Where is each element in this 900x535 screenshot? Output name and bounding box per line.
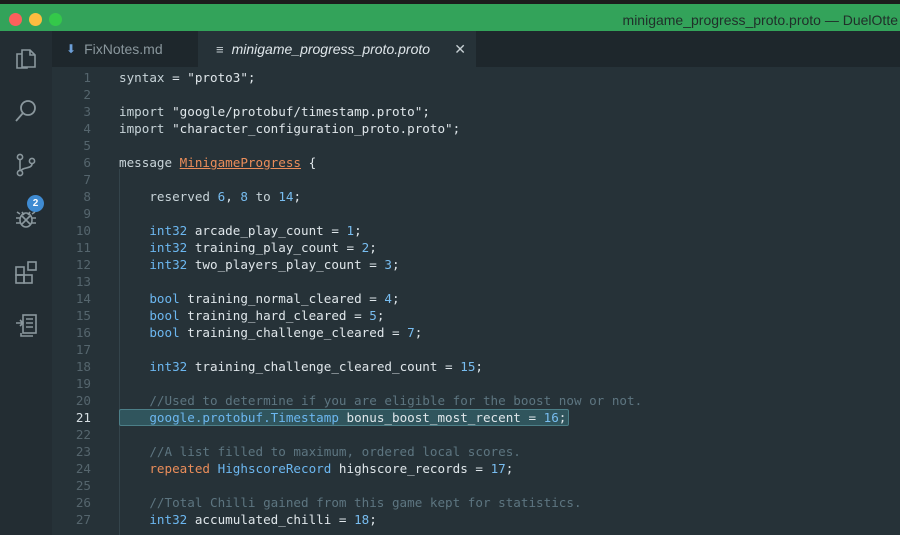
- title-bar: minigame_progress_proto.proto — DuelOtte: [0, 0, 900, 31]
- line-number: 12: [75, 257, 91, 272]
- code-line[interactable]: 19: [52, 375, 900, 392]
- code-line[interactable]: 3 import "google/protobuf/timestamp.proto…: [52, 103, 900, 120]
- tab-fixnotes[interactable]: ⬇ FixNotes.md: [52, 31, 198, 67]
- line-number: 2: [83, 87, 91, 102]
- line-content: //Total Chilli gained from this game kep…: [149, 495, 582, 510]
- source-control-icon[interactable]: [13, 152, 39, 178]
- code-line[interactable]: 9: [52, 205, 900, 222]
- tab-minigame-progress-proto[interactable]: ≡ minigame_progress_proto.proto ✕: [198, 31, 476, 67]
- code-line[interactable]: 20 //Used to determine if you are eligib…: [52, 392, 900, 409]
- line-number: 14: [75, 291, 91, 306]
- line-number: 5: [83, 138, 91, 153]
- tab-label: FixNotes.md: [84, 41, 163, 57]
- line-content: bool training_normal_cleared = 4;: [149, 291, 400, 306]
- line-number: 4: [83, 121, 91, 136]
- line-content: bool training_hard_cleared = 5;: [149, 308, 385, 323]
- code-line[interactable]: 23 //A list filled to maximum, ordered l…: [52, 443, 900, 460]
- line-content: google.protobuf.Timestamp bonus_boost_mo…: [149, 410, 567, 425]
- proto-file-icon: ≡: [216, 41, 224, 57]
- line-number: 26: [75, 495, 91, 510]
- window-title: minigame_progress_proto.proto — DuelOtte: [622, 12, 898, 28]
- markdown-icon: ⬇: [66, 42, 77, 56]
- remote-explorer-icon[interactable]: [13, 312, 39, 338]
- code-line[interactable]: 10 int32 arcade_play_count = 1;: [52, 222, 900, 239]
- code-editor[interactable]: 1 syntax = "proto3"; 2 3 import "google/prot…: [52, 67, 900, 535]
- line-content: int32 two_players_play_count = 3;: [149, 257, 400, 272]
- code-line[interactable]: 2: [52, 86, 900, 103]
- line-number: 13: [75, 274, 91, 289]
- close-icon[interactable]: ✕: [454, 41, 466, 58]
- line-number: 20: [75, 393, 91, 408]
- line-content: int32 training_play_count = 2;: [149, 240, 377, 255]
- line-content: syntax = "proto3";: [119, 70, 256, 85]
- zoom-window-button[interactable]: [49, 13, 62, 26]
- line-number: 23: [75, 444, 91, 459]
- line-number: 7: [83, 172, 91, 187]
- code-line[interactable]: 12 int32 two_players_play_count = 3;: [52, 256, 900, 273]
- explorer-icon[interactable]: [13, 45, 39, 71]
- code-line[interactable]: 13: [52, 273, 900, 290]
- line-content: int32 arcade_play_count = 1;: [149, 223, 362, 238]
- line-content: reserved 6, 8 to 14;: [149, 189, 302, 204]
- line-number: 9: [83, 206, 91, 221]
- line-number: 27: [75, 512, 91, 527]
- code-line[interactable]: 24 repeated HighscoreRecord highscore_re…: [52, 460, 900, 477]
- line-number: 10: [75, 223, 91, 238]
- minimize-window-button[interactable]: [29, 13, 42, 26]
- code-line[interactable]: 7: [52, 171, 900, 188]
- activity-bar: 2: [0, 31, 52, 535]
- line-number: 18: [75, 359, 91, 374]
- line-content: int32 accumulated_chilli = 18;: [149, 512, 377, 527]
- line-number: 6: [83, 155, 91, 170]
- code-line[interactable]: 25: [52, 477, 900, 494]
- code-line[interactable]: 1 syntax = "proto3";: [52, 69, 900, 86]
- line-content: message MinigameProgress {: [119, 155, 317, 170]
- code-line[interactable]: 26 //Total Chilli gained from this game …: [52, 494, 900, 511]
- code-line[interactable]: 17: [52, 341, 900, 358]
- line-number: 17: [75, 342, 91, 357]
- code-line[interactable]: 18 int32 training_challenge_cleared_coun…: [52, 358, 900, 375]
- line-number: 1: [83, 70, 91, 85]
- code-line[interactable]: 6 message MinigameProgress {: [52, 154, 900, 171]
- line-number: 16: [75, 325, 91, 340]
- code-line[interactable]: 27 int32 accumulated_chilli = 18;: [52, 511, 900, 528]
- line-number: 24: [75, 461, 91, 476]
- line-content: repeated HighscoreRecord highscore_recor…: [149, 461, 514, 476]
- line-content: //Used to determine if you are eligible …: [149, 393, 643, 408]
- code-line[interactable]: 8 reserved 6, 8 to 14;: [52, 188, 900, 205]
- code-line[interactable]: 11 int32 training_play_count = 2;: [52, 239, 900, 256]
- debug-icon[interactable]: [13, 205, 39, 231]
- code-line[interactable]: 16 bool training_challenge_cleared = 7;: [52, 324, 900, 341]
- line-content: //A list filled to maximum, ordered loca…: [149, 444, 521, 459]
- extensions-icon[interactable]: [13, 259, 39, 285]
- line-content: bool training_challenge_cleared = 7;: [149, 325, 423, 340]
- code-line[interactable]: 5: [52, 137, 900, 154]
- line-number: 3: [83, 104, 91, 119]
- line-content: int32 training_challenge_cleared_count =…: [149, 359, 483, 374]
- line-number: 15: [75, 308, 91, 323]
- line-number: 21: [75, 410, 91, 425]
- code-line[interactable]: 21 google.protobuf.Timestamp bonus_boost…: [52, 409, 900, 426]
- search-icon[interactable]: [13, 98, 39, 124]
- code-line[interactable]: 15 bool training_hard_cleared = 5;: [52, 307, 900, 324]
- line-number: 11: [75, 240, 91, 255]
- code-line[interactable]: 14 bool training_normal_cleared = 4;: [52, 290, 900, 307]
- line-number: 22: [75, 427, 91, 442]
- line-number: 8: [83, 189, 91, 204]
- code-line[interactable]: 4 import "character_configuration_proto.p…: [52, 120, 900, 137]
- line-number: 25: [75, 478, 91, 493]
- line-content: import "google/protobuf/timestamp.proto"…: [119, 104, 430, 119]
- tab-label: minigame_progress_proto.proto: [231, 41, 431, 57]
- code-line[interactable]: 22: [52, 426, 900, 443]
- line-content: import "character_configuration_proto.pr…: [119, 121, 461, 136]
- close-window-button[interactable]: [9, 13, 22, 26]
- tab-bar: ⬇ FixNotes.md ≡ minigame_progress_proto.…: [52, 31, 900, 67]
- line-number: 19: [75, 376, 91, 391]
